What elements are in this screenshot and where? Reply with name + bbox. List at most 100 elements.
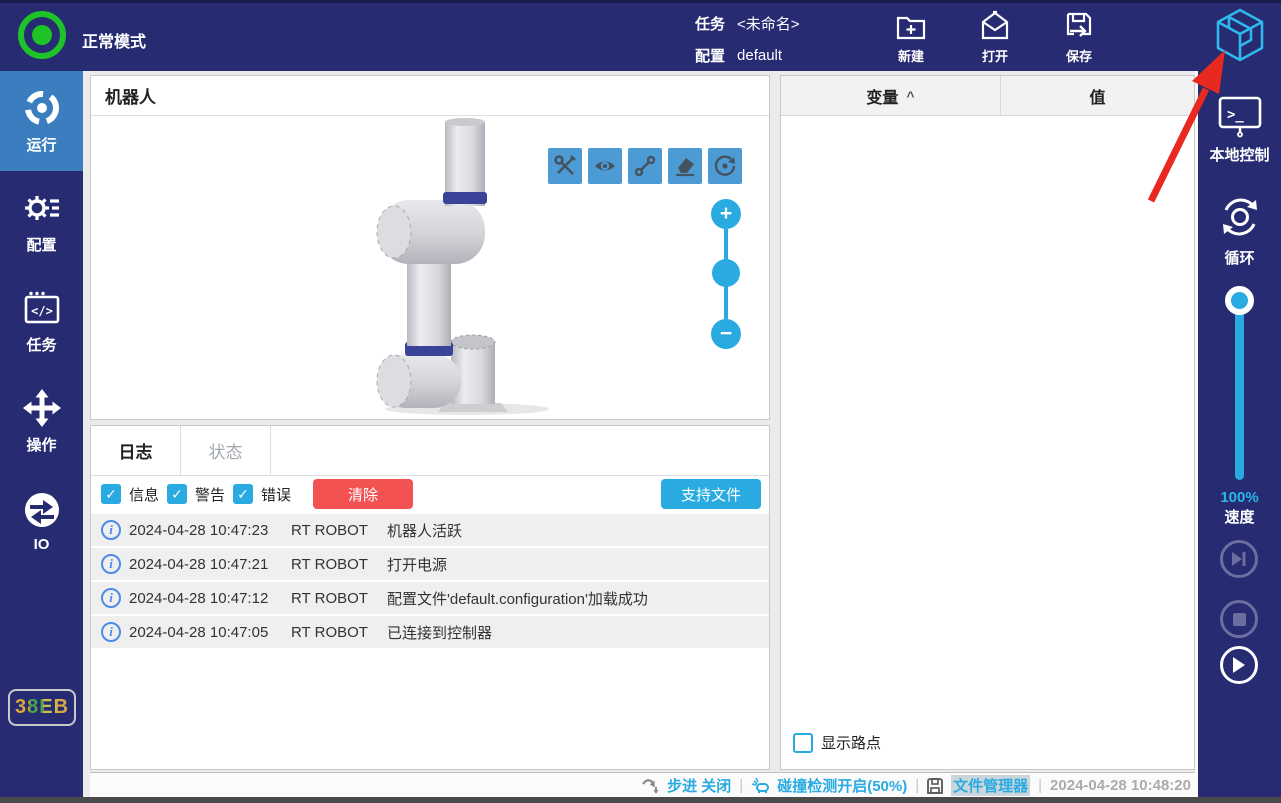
log-time: 2024-04-28 10:47:21 — [129, 555, 269, 573]
variables-panel: 变量 ^ 值 显示路点 — [780, 75, 1195, 770]
sidebar-item-task[interactable]: </> 任务 — [0, 271, 83, 371]
speed-label: 速度 — [1224, 509, 1255, 526]
column-variable-label: 变量 — [866, 89, 899, 107]
sidebar-item-operate[interactable]: 操作 — [0, 371, 83, 471]
minus-icon: − — [719, 322, 733, 345]
log-time: 2024-04-28 10:47:23 — [129, 521, 269, 539]
open-task-button[interactable]: 打开 — [966, 9, 1024, 65]
gear-icon — [24, 195, 59, 220]
column-variable[interactable]: 变量 ^ — [781, 76, 1001, 115]
log-row[interactable]: i 2024-04-28 10:47:23 RT ROBOT 机器人活跃 — [91, 514, 769, 546]
top-bar: 正常模式 任务 <未命名> 配置 default 新建 打开 保存 — [0, 0, 1281, 71]
mode-label: 正常模式 — [82, 34, 147, 51]
config-value: default — [737, 46, 783, 64]
sidebar-item-run[interactable]: 运行 — [0, 71, 83, 171]
loop-label: 循环 — [1224, 250, 1255, 267]
code-badge-text: 38EB — [14, 696, 70, 718]
eraser-icon — [676, 158, 694, 177]
file-actions: 新建 打开 保存 — [882, 9, 1108, 65]
loop-icon — [1222, 198, 1257, 236]
zoom-in-button[interactable]: + — [711, 199, 741, 229]
column-value-label: 值 — [1089, 89, 1106, 107]
show-waypoints-checkbox[interactable] — [793, 732, 813, 753]
log-source: RT ROBOT — [291, 623, 368, 641]
local-control-button[interactable]: >_ 本地控制 — [1198, 96, 1281, 165]
play-button[interactable] — [1220, 646, 1258, 684]
caret-up-icon: ^ — [906, 87, 915, 104]
log-list: i 2024-04-28 10:47:23 RT ROBOT 机器人活跃 i 2… — [91, 514, 769, 648]
mode-status-dot — [32, 25, 52, 45]
log-message: 已连接到控制器 — [387, 624, 493, 642]
show-waypoints-label: 显示路点 — [821, 735, 882, 752]
check-icon: ✓ — [105, 485, 117, 502]
log-filter-row: ✓ 信息 ✓ 警告 ✓ 错误 清除 支持文件 — [91, 476, 769, 512]
save-task-label: 保存 — [1065, 49, 1092, 64]
zoom-slider-handle[interactable] — [712, 259, 740, 287]
new-task-label: 新建 — [897, 49, 924, 64]
stop-button[interactable] — [1220, 600, 1258, 638]
info-icon: i — [101, 622, 121, 642]
step-icon — [642, 778, 659, 794]
file-manager-button[interactable]: 文件管理器 — [951, 775, 1031, 796]
sidebar-item-label: 运行 — [26, 136, 57, 154]
separator: | — [1038, 777, 1043, 794]
sidebar-item-io[interactable]: IO — [0, 471, 83, 571]
log-source: RT ROBOT — [291, 589, 368, 607]
log-source: RT ROBOT — [291, 521, 368, 539]
config-label: 配置 — [695, 47, 726, 65]
status-timestamp: 2024-04-28 10:48:20 — [1050, 777, 1191, 794]
log-row[interactable]: i 2024-04-28 10:47:12 RT ROBOT 配置文件'defa… — [91, 582, 769, 614]
support-files-button[interactable]: 支持文件 — [661, 479, 761, 509]
visibility-button[interactable] — [588, 148, 622, 184]
new-task-button[interactable]: 新建 — [882, 9, 940, 65]
tools-icon — [554, 155, 576, 175]
log-source: RT ROBOT — [291, 555, 368, 573]
skip-next-icon — [1232, 552, 1246, 566]
save-icon — [1066, 12, 1092, 37]
filter-error-checkbox[interactable]: ✓ — [233, 484, 254, 504]
tab-log[interactable]: 日志 — [91, 426, 181, 475]
sidebar-item-config[interactable]: 配置 — [0, 171, 83, 271]
variables-header: 变量 ^ 值 — [781, 76, 1194, 116]
column-value[interactable]: 值 — [1001, 76, 1194, 115]
play-icon — [1233, 657, 1245, 673]
filter-error-label: 错误 — [261, 486, 292, 504]
log-row[interactable]: i 2024-04-28 10:47:05 RT ROBOT 已连接到控制器 — [91, 616, 769, 648]
sidebar-item-label: 配置 — [26, 236, 57, 254]
step-status[interactable]: 步进 关闭 — [667, 775, 731, 796]
robot-control-app: 正常模式 任务 <未命名> 配置 default 新建 打开 保存 运行 配置 … — [0, 0, 1281, 803]
loop-button[interactable]: 循环 — [1198, 193, 1281, 268]
separator: | — [739, 777, 744, 794]
filter-warning-label: 警告 — [195, 486, 226, 504]
step-forward-button[interactable] — [1220, 540, 1258, 578]
log-row[interactable]: i 2024-04-28 10:47:21 RT ROBOT 打开电源 — [91, 548, 769, 580]
log-message: 机器人活跃 — [387, 522, 463, 540]
eraser-button[interactable] — [668, 148, 702, 184]
check-icon: ✓ — [237, 485, 249, 502]
collision-status[interactable]: 碰撞检测开启(50%) — [777, 775, 907, 796]
sidebar-item-label: 操作 — [26, 436, 57, 454]
save-task-button[interactable]: 保存 — [1050, 9, 1108, 65]
filter-warning-checkbox[interactable]: ✓ — [167, 484, 188, 504]
speed-slider-handle[interactable] — [1225, 286, 1254, 315]
mode-status-icon — [18, 11, 66, 59]
robot-3d-view[interactable] — [349, 116, 579, 416]
code-badge[interactable]: 38EB — [8, 689, 76, 726]
speed-slider-track[interactable] — [1235, 296, 1244, 480]
view-toolbar — [548, 148, 742, 184]
path-button[interactable] — [628, 148, 662, 184]
io-cycle-icon — [24, 492, 59, 527]
log-tabs: 日志 状态 — [91, 426, 769, 476]
zoom-out-button[interactable]: − — [711, 319, 741, 349]
tools-button[interactable] — [548, 148, 582, 184]
filter-info-checkbox[interactable]: ✓ — [101, 484, 121, 504]
robot-panel: 机器人 + − — [90, 75, 770, 420]
file-manager-icon — [927, 777, 944, 794]
bottom-edge-strip — [0, 797, 1281, 803]
clear-log-button[interactable]: 清除 — [313, 479, 414, 509]
local-control-label: 本地控制 — [1209, 147, 1270, 164]
open-task-label: 打开 — [981, 49, 1008, 64]
tab-status[interactable]: 状态 — [181, 426, 271, 475]
brand-cube-icon[interactable] — [1213, 7, 1267, 63]
reset-view-button[interactable] — [708, 148, 742, 184]
